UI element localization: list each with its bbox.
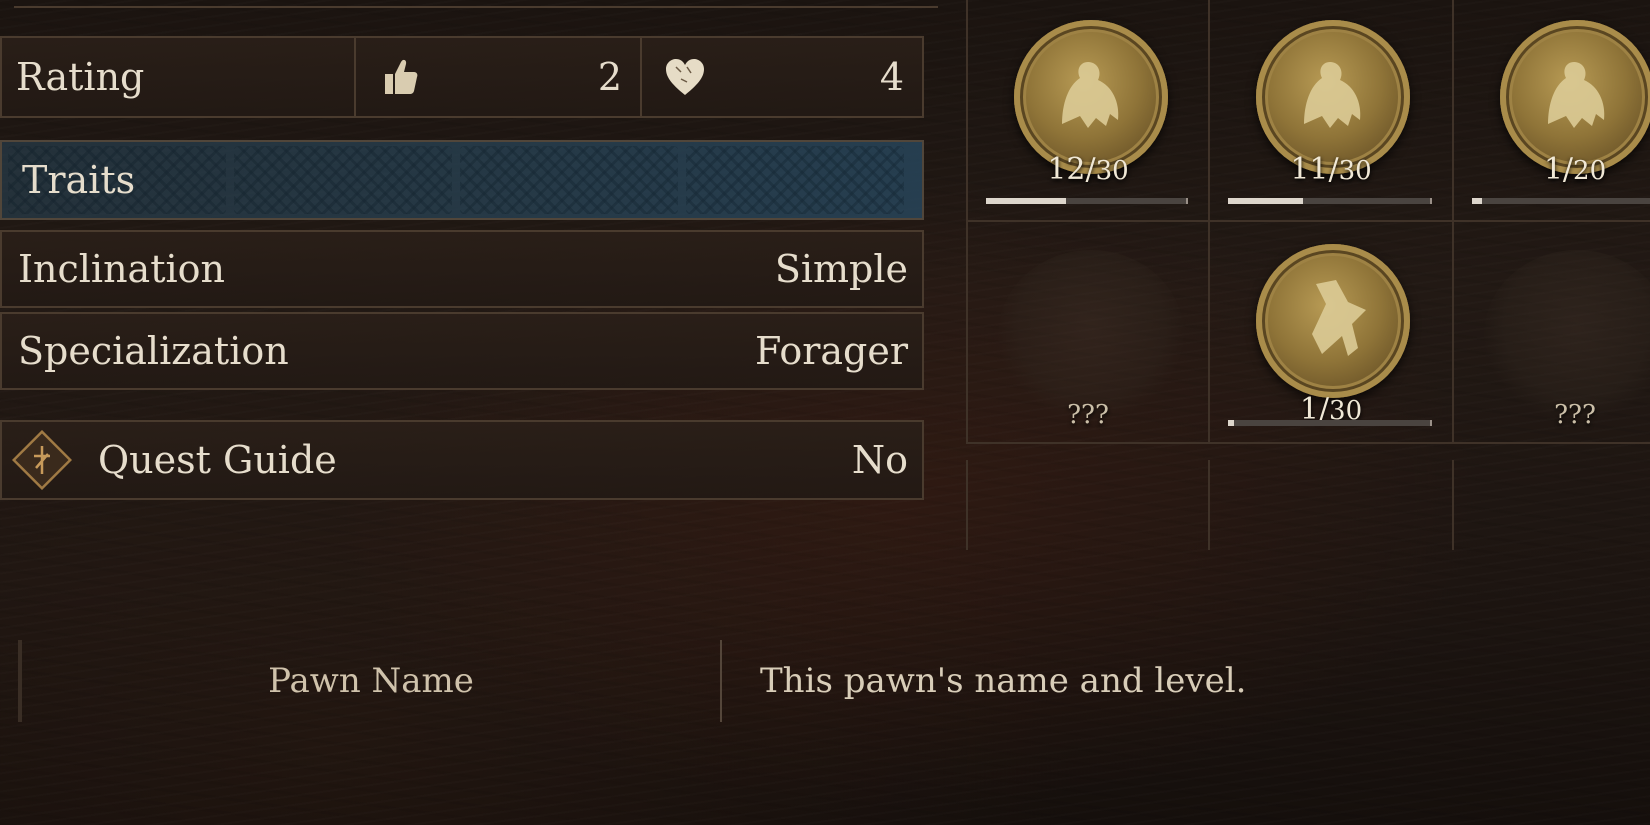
description-title: Pawn Name <box>18 640 722 722</box>
medal-slot[interactable]: 1/30 <box>1210 222 1454 444</box>
knotwork-pattern <box>460 146 678 214</box>
knotwork-pattern <box>686 146 904 214</box>
medal-slot[interactable]: ??? <box>1454 222 1650 444</box>
rating-row[interactable]: Rating 2 4 <box>0 36 924 118</box>
panel-top-edge <box>14 0 938 8</box>
thumbs-up-rating: 2 <box>356 38 642 116</box>
beast-medal-icon <box>1256 244 1410 398</box>
medal-slot[interactable]: ??? <box>966 222 1210 444</box>
medal-count-total: 30 <box>1095 156 1129 186</box>
thumbs-up-count: 2 <box>597 55 622 99</box>
specialization-label: Specialization <box>18 329 289 373</box>
heart-rating: 4 <box>642 38 922 116</box>
medal-count-current: 12/ <box>1047 152 1096 187</box>
traits-label: Traits <box>22 158 136 202</box>
ogre-medal-icon <box>1256 20 1410 174</box>
medal-progress-fill <box>1228 198 1303 204</box>
inclination-row[interactable]: Inclination Simple <box>0 230 924 308</box>
unknown-medal-label: ??? <box>1554 400 1596 430</box>
quest-guide-value: No <box>851 438 908 482</box>
medal-count-total: 20 <box>1573 156 1607 186</box>
quest-guide-row[interactable]: Quest Guide No <box>0 420 924 500</box>
specialization-value: Forager <box>755 329 908 373</box>
unknown-medal-icon <box>998 250 1184 420</box>
medal-count-current: 11/ <box>1290 152 1339 187</box>
medal-count: 11/30 <box>1210 152 1452 187</box>
heart-icon <box>662 54 708 100</box>
quest-guide-label: Quest Guide <box>98 438 337 482</box>
thumbs-up-icon <box>376 54 422 100</box>
medal-count: 1/20 <box>1454 152 1650 187</box>
medal-progress-fill <box>1228 420 1235 426</box>
ogre-medal-icon <box>1014 20 1168 174</box>
description-bar: Pawn Name This pawn's name and level. <box>18 640 1650 722</box>
medal-count-current: 1/ <box>1543 152 1574 187</box>
medal-slot[interactable]: 11/30 <box>1210 0 1454 222</box>
medal-count: 12/30 <box>968 152 1208 187</box>
medal-count-total: 30 <box>1338 156 1372 186</box>
inclination-value: Simple <box>774 247 908 291</box>
medal-slot[interactable]: 1/20 <box>1454 0 1650 222</box>
knotwork-pattern <box>234 146 452 214</box>
medal-progress-bar <box>1228 198 1432 204</box>
specialization-row[interactable]: Specialization Forager <box>0 312 924 390</box>
medal-slot-empty <box>1454 460 1650 550</box>
unknown-medal-icon <box>1484 250 1650 420</box>
quest-guide-icon <box>12 430 72 490</box>
medal-slot[interactable]: 12/30 <box>966 0 1210 222</box>
medal-slot-empty <box>966 460 1210 550</box>
medal-progress-bar <box>1228 420 1432 426</box>
medal-progress-fill <box>1472 198 1483 204</box>
rating-label: Rating <box>2 38 356 116</box>
inclination-label: Inclination <box>18 247 225 291</box>
unknown-medal-label: ??? <box>1067 400 1109 430</box>
medal-grid: 12/30 11/30 1/20 ??? 1/30 ??? <box>966 0 1650 550</box>
description-text: This pawn's name and level. <box>760 661 1247 701</box>
ogre-medal-icon <box>1500 20 1650 174</box>
medal-progress-fill <box>986 198 1066 204</box>
heart-count: 4 <box>879 55 904 99</box>
quest-guide-left: Quest Guide <box>12 430 337 490</box>
medal-slot-empty <box>1210 460 1454 550</box>
medal-progress-bar <box>1472 198 1650 204</box>
medal-progress-bar <box>986 198 1188 204</box>
traits-row[interactable]: Traits <box>0 140 924 220</box>
